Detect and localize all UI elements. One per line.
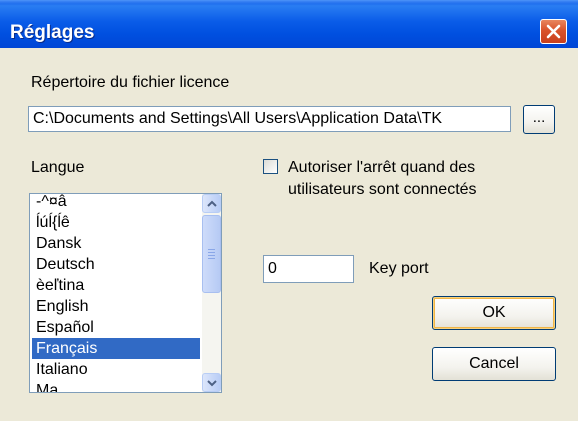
scroll-down-button[interactable] bbox=[202, 373, 221, 392]
allow-stop-label-line2: utilisateurs sont connectés bbox=[288, 181, 477, 198]
allow-stop-label-line1: Autoriser l'arrêt quand des bbox=[288, 159, 476, 176]
cancel-button[interactable]: Cancel bbox=[432, 347, 556, 381]
key-port-label: Key port bbox=[369, 260, 429, 277]
license-directory-label: Répertoire du fichier licence bbox=[31, 74, 230, 91]
settings-dialog: Réglages Répertoire du fichier licence C… bbox=[0, 0, 578, 421]
scroll-thumb[interactable] bbox=[202, 215, 221, 293]
language-item[interactable]: Dansk bbox=[32, 233, 200, 254]
language-item-selected[interactable]: Français bbox=[32, 338, 200, 359]
language-item[interactable]: ĺúĺ{ĺê bbox=[32, 212, 200, 233]
language-item[interactable]: English bbox=[32, 296, 200, 317]
language-list: -^¤â ĺúĺ{ĺê Dansk Deutsch èeľtina Englis… bbox=[32, 194, 200, 392]
language-item[interactable]: Italiano bbox=[32, 359, 200, 380]
language-item[interactable]: Español bbox=[32, 317, 200, 338]
language-listbox[interactable]: -^¤â ĺúĺ{ĺê Dansk Deutsch èeľtina Englis… bbox=[29, 193, 222, 393]
dialog-title: Réglages bbox=[10, 22, 95, 43]
language-item[interactable]: Deutsch bbox=[32, 254, 200, 275]
close-button[interactable] bbox=[540, 19, 567, 44]
chevron-down-icon bbox=[207, 380, 217, 387]
language-scrollbar[interactable] bbox=[202, 194, 221, 392]
language-item[interactable]: Ma bbox=[32, 380, 200, 392]
license-path-field[interactable]: C:\Documents and Settings\All Users\Appl… bbox=[28, 106, 511, 132]
close-icon bbox=[546, 24, 561, 39]
ok-button[interactable]: OK bbox=[432, 296, 556, 330]
language-item[interactable]: -^¤â bbox=[32, 194, 200, 212]
browse-button[interactable]: ... bbox=[523, 105, 555, 134]
chevron-up-icon bbox=[207, 200, 217, 207]
scroll-up-button[interactable] bbox=[202, 194, 221, 213]
key-port-field[interactable]: 0 bbox=[263, 255, 354, 283]
language-item[interactable]: èeľtina bbox=[32, 275, 200, 296]
allow-stop-checkbox[interactable] bbox=[263, 159, 278, 174]
title-bar[interactable]: Réglages bbox=[0, 0, 578, 48]
language-label: Langue bbox=[31, 159, 85, 176]
